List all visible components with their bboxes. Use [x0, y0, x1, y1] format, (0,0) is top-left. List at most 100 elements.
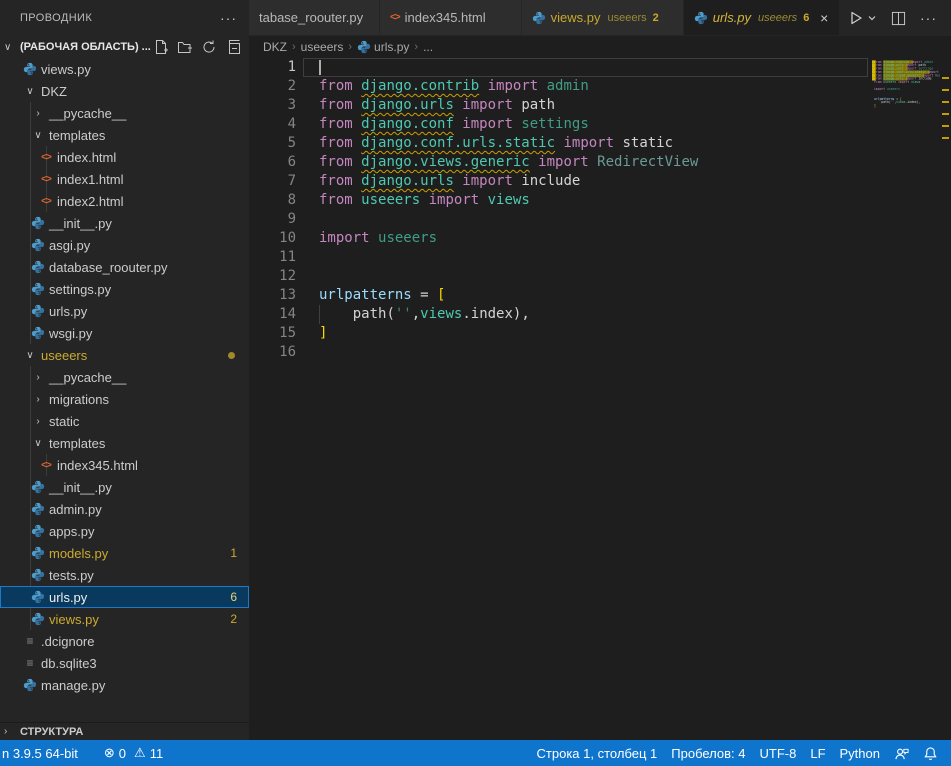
tree-folder-migrations[interactable]: ›migrations: [0, 388, 249, 410]
workspace-section-header[interactable]: ∨ (РАБОЧАЯ ОБЛАСТЬ) ...: [0, 36, 249, 58]
tree-file-index1-html[interactable]: <>index1.html: [0, 168, 249, 190]
chevron-down-icon: ∨: [30, 130, 46, 141]
tree-file-apps-py[interactable]: apps.py: [0, 520, 249, 542]
tab-problems-badge: 6: [803, 12, 809, 24]
breadcrumb-item[interactable]: useeers: [301, 40, 344, 54]
tree-file-views-py[interactable]: views.py2: [0, 608, 249, 630]
tree-file-database-roouter-py[interactable]: database_roouter.py: [0, 256, 249, 278]
tree-file-asgi-py[interactable]: asgi.py: [0, 234, 249, 256]
code-token: useeers: [361, 192, 420, 208]
tree-file-tests-py[interactable]: tests.py: [0, 564, 249, 586]
breadcrumb-file[interactable]: urls.py: [374, 40, 409, 54]
code-line-text: urlpatterns = [: [319, 286, 445, 305]
tree-item-label: asgi.py: [49, 238, 90, 253]
chevron-right-icon: ›: [30, 108, 46, 119]
problems-count-badge: 1: [230, 546, 237, 560]
tab-index345-html[interactable]: <>index345.html: [380, 0, 522, 35]
tree-file-index-html[interactable]: <>index.html: [0, 146, 249, 168]
line-number: 3: [249, 96, 296, 115]
close-icon[interactable]: ×: [819, 10, 829, 26]
code-token: django.urls: [361, 173, 454, 189]
tree-file--dcignore[interactable]: ≡ .dcignore: [0, 630, 249, 652]
code-token: import: [530, 154, 597, 170]
tab-urls-py[interactable]: urls.pyuseeers6×: [684, 0, 840, 35]
config-file-icon: ≡: [26, 634, 33, 648]
explorer-header: ПРОВОДНИК ···: [0, 0, 249, 36]
tree-folder-templates[interactable]: ∨templates: [0, 432, 249, 454]
tree-file--init-py[interactable]: __init__.py: [0, 212, 249, 234]
editor-group: tabase_roouter.py <>index345.htmlviews.py…: [249, 0, 951, 740]
tab-tabase-roouter-py[interactable]: tabase_roouter.py: [249, 0, 380, 35]
python-file-icon: [31, 480, 45, 494]
breadcrumb-symbol-tail[interactable]: ...: [423, 40, 433, 54]
code-token: ),: [513, 306, 530, 322]
tab-views-py[interactable]: views.pyuseeers2: [522, 0, 684, 35]
refresh-icon[interactable]: [201, 39, 217, 55]
code-token: import: [454, 116, 521, 132]
tree-item-label: db.sqlite3: [41, 656, 97, 671]
code-token: from: [319, 97, 361, 113]
tree-folder--pycache-[interactable]: ›__pycache__: [0, 102, 249, 124]
tree-item-label: urls.py: [49, 590, 87, 605]
minimap[interactable]: from django.contrib import adminfrom dja…: [872, 57, 940, 257]
overview-ruler[interactable]: [940, 57, 951, 740]
chevron-right-icon: ›: [30, 372, 46, 383]
warning-icon: ⚠: [134, 745, 146, 761]
tree-file-views-py[interactable]: views.py: [0, 58, 249, 80]
outline-section-header[interactable]: › СТРУКТУРА: [0, 722, 249, 740]
tree-folder-useeers[interactable]: ∨useeers: [0, 344, 249, 366]
outline-label: СТРУКТУРА: [20, 726, 83, 738]
code-line-5: 5from django.conf.urls.static import sta…: [249, 134, 951, 153]
python-interpreter-status[interactable]: n 3.9.5 64-bit: [0, 746, 85, 761]
problems-status[interactable]: ⊗ 0 ⚠ 11: [97, 745, 170, 761]
tree-item-label: __pycache__: [49, 370, 126, 385]
tree-folder-static[interactable]: ›static: [0, 410, 249, 432]
tree-file-index345-html[interactable]: <>index345.html: [0, 454, 249, 476]
tree-file-settings-py[interactable]: settings.py: [0, 278, 249, 300]
code-line-14: 14 path('',views.index),: [249, 305, 951, 324]
code-line-13: 13urlpatterns = [: [249, 286, 951, 305]
breadcrumb: DKZ›useeers›urls.py›...: [249, 36, 951, 58]
code-line-6: 6from django.views.generic import Redire…: [249, 153, 951, 172]
tree-folder--pycache-[interactable]: ›__pycache__: [0, 366, 249, 388]
eol-status[interactable]: LF: [803, 746, 832, 761]
breadcrumb-item[interactable]: DKZ: [263, 40, 287, 54]
split-editor-icon[interactable]: [891, 11, 906, 26]
tree-item-label: .dcignore: [41, 634, 94, 649]
code-token: admin: [547, 78, 589, 94]
tree-file-admin-py[interactable]: admin.py: [0, 498, 249, 520]
tree-file-manage-py[interactable]: manage.py: [0, 674, 249, 696]
feedback-icon[interactable]: [887, 746, 916, 761]
tree-item-label: manage.py: [41, 678, 105, 693]
tree-file-index2-html[interactable]: <>index2.html: [0, 190, 249, 212]
indentation-status[interactable]: Пробелов: 4: [664, 746, 752, 761]
language-mode-status[interactable]: Python: [833, 746, 887, 761]
tree-file-models-py[interactable]: models.py1: [0, 542, 249, 564]
new-file-icon[interactable]: [153, 39, 169, 55]
code-token: .: [462, 306, 470, 322]
tree-file--init-py[interactable]: __init__.py: [0, 476, 249, 498]
tab-label: tabase_roouter.py: [259, 10, 363, 25]
code-token: from: [319, 116, 361, 132]
tree-file-wsgi-py[interactable]: wsgi.py: [0, 322, 249, 344]
encoding-status[interactable]: UTF-8: [753, 746, 804, 761]
tree-folder-templates[interactable]: ∨templates: [0, 124, 249, 146]
tree-item-slot: [30, 326, 46, 340]
explorer-more-actions-icon[interactable]: ···: [220, 10, 237, 26]
tree-file-urls-py[interactable]: urls.py: [0, 300, 249, 322]
tree-folder-dkz[interactable]: ∨DKZ: [0, 80, 249, 102]
modified-dot-badge: [228, 352, 235, 359]
code-editor[interactable]: 12from django.contrib import admin3from …: [249, 58, 951, 740]
run-python-file-icon[interactable]: [848, 10, 877, 26]
new-folder-icon[interactable]: [177, 39, 193, 55]
code-line-12: 12: [249, 267, 951, 286]
collapse-all-icon[interactable]: [225, 39, 241, 55]
overview-warning-mark: [942, 113, 949, 115]
cursor-position-status[interactable]: Строка 1, столбец 1: [530, 746, 665, 761]
tree-item-label: urls.py: [49, 304, 87, 319]
tree-file-db-sqlite3[interactable]: ≡db.sqlite3: [0, 652, 249, 674]
chevron-right-icon: ›: [4, 726, 20, 737]
tree-file-urls-py[interactable]: urls.py6: [0, 586, 249, 608]
notifications-bell-icon[interactable]: [916, 746, 945, 761]
more-actions-icon[interactable]: ···: [920, 10, 937, 26]
